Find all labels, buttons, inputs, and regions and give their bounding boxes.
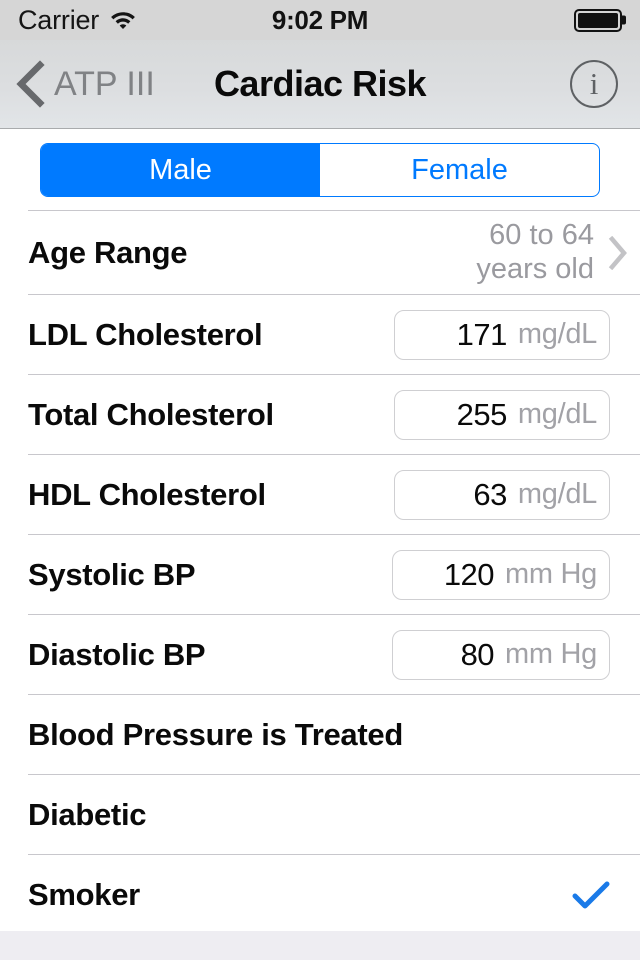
status-bar: Carrier 9:02 PM [0,0,640,40]
row-smoker[interactable]: Smoker [28,854,640,934]
diabetic-right [572,800,640,830]
app-screen: Carrier 9:02 PM ATP III Cardiac Risk i [0,0,640,960]
checkmark-icon [572,880,610,910]
diastolic-bp-input[interactable]: 80 mm Hg [392,630,610,680]
blood-pressure-treated-label: Blood Pressure is Treated [28,717,403,753]
age-range-right: 60 to 64 years old [476,219,640,286]
age-range-value: 60 to 64 years old [476,219,608,286]
row-diabetic[interactable]: Diabetic [28,774,640,854]
row-diastolic-bp: Diastolic BP 80 mm Hg [28,614,640,694]
diastolic-bp-unit: mm Hg [505,638,597,671]
back-button[interactable]: ATP III [0,40,155,128]
info-button[interactable]: i [570,60,618,108]
row-blood-pressure-treated[interactable]: Blood Pressure is Treated [28,694,640,774]
wifi-icon [109,9,137,31]
ldl-cholesterol-label: LDL Cholesterol [28,317,262,353]
row-hdl-cholesterol: HDL Cholesterol 63 mg/dL [28,454,640,534]
age-range-value-line1: 60 to 64 [476,219,594,253]
systolic-bp-right: 120 mm Hg [392,550,640,600]
ldl-cholesterol-input[interactable]: 171 mg/dL [394,310,610,360]
segment-male[interactable]: Male [41,144,320,196]
diabetic-label: Diabetic [28,797,146,833]
battery-cap [622,16,626,25]
back-button-label: ATP III [54,65,155,104]
chevron-left-icon [16,60,46,108]
diastolic-bp-value: 80 [461,637,494,673]
row-ldl-cholesterol: LDL Cholesterol 171 mg/dL [28,294,640,374]
form-content: Male Female Age Range 60 to 64 years old… [0,130,640,930]
total-cholesterol-input[interactable]: 255 mg/dL [394,390,610,440]
total-cholesterol-unit: mg/dL [518,398,597,431]
systolic-bp-value: 120 [444,557,494,593]
diastolic-bp-label: Diastolic BP [28,637,205,673]
ldl-cholesterol-right: 171 mg/dL [394,310,640,360]
status-bar-right [574,9,622,32]
hdl-cholesterol-right: 63 mg/dL [394,470,640,520]
status-bar-left: Carrier [18,5,137,36]
segment-female[interactable]: Female [320,144,599,196]
total-cholesterol-value: 255 [457,397,507,433]
smoker-label: Smoker [28,877,140,913]
chevron-right-icon [608,236,628,270]
gender-segmented-control-wrapper: Male Female [0,130,640,210]
systolic-bp-label: Systolic BP [28,557,195,593]
gender-segmented-control[interactable]: Male Female [40,143,600,197]
hdl-cholesterol-unit: mg/dL [518,478,597,511]
ldl-cholesterol-unit: mg/dL [518,318,597,351]
systolic-bp-input[interactable]: 120 mm Hg [392,550,610,600]
hdl-cholesterol-label: HDL Cholesterol [28,477,266,513]
blood-pressure-treated-right [572,720,640,750]
footer-background [0,931,640,960]
carrier-label: Carrier [18,5,99,36]
ldl-cholesterol-value: 171 [457,317,507,353]
battery-icon [574,9,622,32]
info-icon-glyph: i [590,68,599,99]
systolic-bp-unit: mm Hg [505,558,597,591]
total-cholesterol-label: Total Cholesterol [28,397,274,433]
navigation-bar: ATP III Cardiac Risk i [0,40,640,129]
row-total-cholesterol: Total Cholesterol 255 mg/dL [28,374,640,454]
age-range-value-line2: years old [476,253,594,287]
row-systolic-bp: Systolic BP 120 mm Hg [28,534,640,614]
age-range-label: Age Range [28,235,187,271]
row-age-range[interactable]: Age Range 60 to 64 years old [28,210,640,294]
battery-fill [578,13,618,28]
diastolic-bp-right: 80 mm Hg [392,630,640,680]
hdl-cholesterol-value: 63 [473,477,506,513]
hdl-cholesterol-input[interactable]: 63 mg/dL [394,470,610,520]
smoker-right [572,880,640,910]
total-cholesterol-right: 255 mg/dL [394,390,640,440]
